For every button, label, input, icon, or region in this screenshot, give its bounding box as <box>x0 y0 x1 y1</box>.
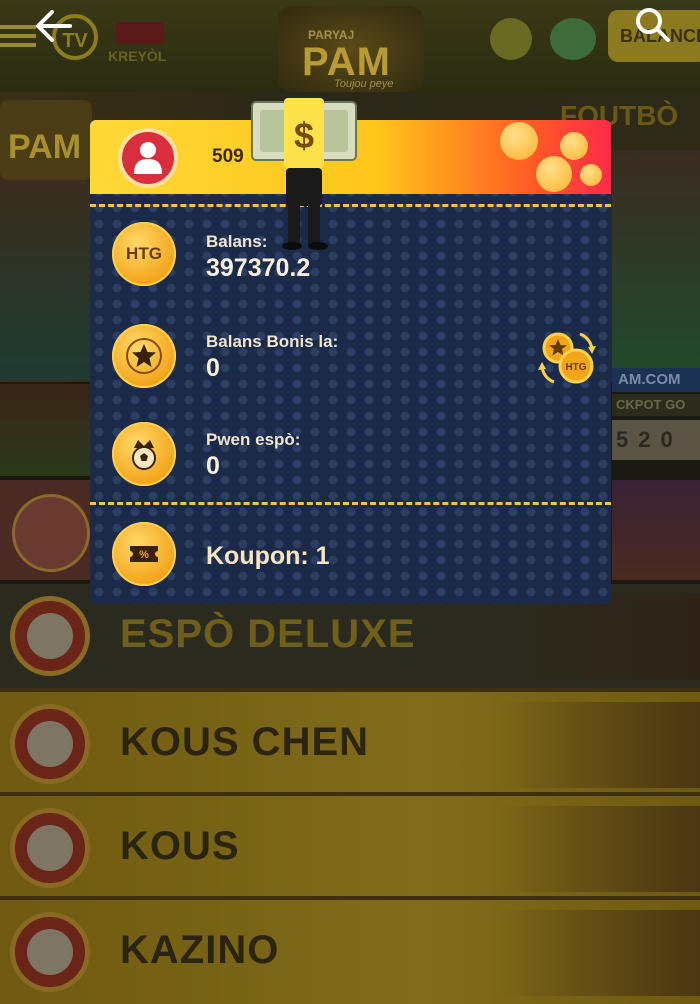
htg-coin-text: HTG <box>126 244 162 263</box>
player-image-right <box>612 150 700 380</box>
user-avatar-icon[interactable] <box>118 128 178 188</box>
app-logo: PARYAJ PAM Toujou peye <box>278 6 424 92</box>
menu-row-kous[interactable]: KOUS <box>0 792 700 900</box>
soccer-ball-icon <box>10 596 90 676</box>
balance-value: 397370.2 <box>206 254 311 282</box>
currency-exchange-icon[interactable]: HTG <box>534 324 600 390</box>
soccer-crown-coin-icon <box>112 422 176 486</box>
money-mascot-icon: $ <box>251 98 357 250</box>
divider <box>90 502 611 505</box>
horse-race-image <box>500 806 700 892</box>
menu-row-kous-chen[interactable]: KOUS CHEN <box>0 688 700 796</box>
player-image-left <box>0 180 92 380</box>
coupon-count[interactable]: Koupon: 1 <box>206 542 330 571</box>
game-thumbnail[interactable] <box>0 480 92 580</box>
menu-row-label: KOUS <box>120 824 240 868</box>
menu-row-label: KAZINO <box>120 928 280 972</box>
search-icon[interactable] <box>634 6 672 44</box>
svg-text:%: % <box>139 549 149 561</box>
slot-machine-icon <box>10 912 90 992</box>
banner-logo-text: PAM <box>8 128 82 166</box>
decor-bubble <box>536 156 572 192</box>
phone-number: 509 <box>212 146 244 167</box>
greyhound-image <box>500 702 700 788</box>
decor-bubble <box>580 164 602 186</box>
game-thumbnail[interactable] <box>612 480 700 580</box>
site-url-text: AM.COM <box>612 368 700 392</box>
bonus-balance-label: Balans Bonis la: <box>206 332 339 351</box>
flag-icon[interactable] <box>116 22 164 44</box>
back-arrow-icon[interactable] <box>34 6 74 46</box>
sport-points-value: 0 <box>206 452 220 480</box>
decor-bubble <box>500 122 538 160</box>
banner-logo: PAM <box>0 100 92 180</box>
wallet-icon[interactable] <box>550 18 596 60</box>
svg-text:$: $ <box>294 115 314 156</box>
trophy-image <box>500 594 700 680</box>
coupon-coin-icon: % <box>112 522 176 586</box>
casino-image <box>500 910 700 996</box>
htg-coin-icon: HTG <box>112 222 176 286</box>
top-bar: TV KREYÒL PARYAJ PAM Toujou peye BALANCE <box>0 0 700 92</box>
bonus-balance-value: 0 <box>206 354 220 382</box>
menu-row-label: KOUS CHEN <box>120 720 370 764</box>
decor-bubble <box>560 132 588 160</box>
logo-tagline: Toujou peye <box>334 78 394 90</box>
star-coin-icon <box>112 324 176 388</box>
greyhound-icon <box>10 704 90 784</box>
menu-icon[interactable] <box>0 20 36 50</box>
game-thumbnail[interactable] <box>0 384 92 476</box>
jackpot-counter: 520 <box>612 420 700 460</box>
horse-icon <box>10 808 90 888</box>
language-label[interactable]: KREYÒL <box>108 48 166 64</box>
menu-row-label: ESPÒ DELUXE <box>120 612 416 656</box>
jackpot-label: CKPOT GO <box>612 394 700 416</box>
convert-icon-text: HTG <box>565 362 586 373</box>
menu-row-kazino[interactable]: KAZINO <box>0 896 700 1004</box>
coin-icon[interactable] <box>490 18 532 60</box>
sport-points-label: Pwen espò: <box>206 430 301 449</box>
